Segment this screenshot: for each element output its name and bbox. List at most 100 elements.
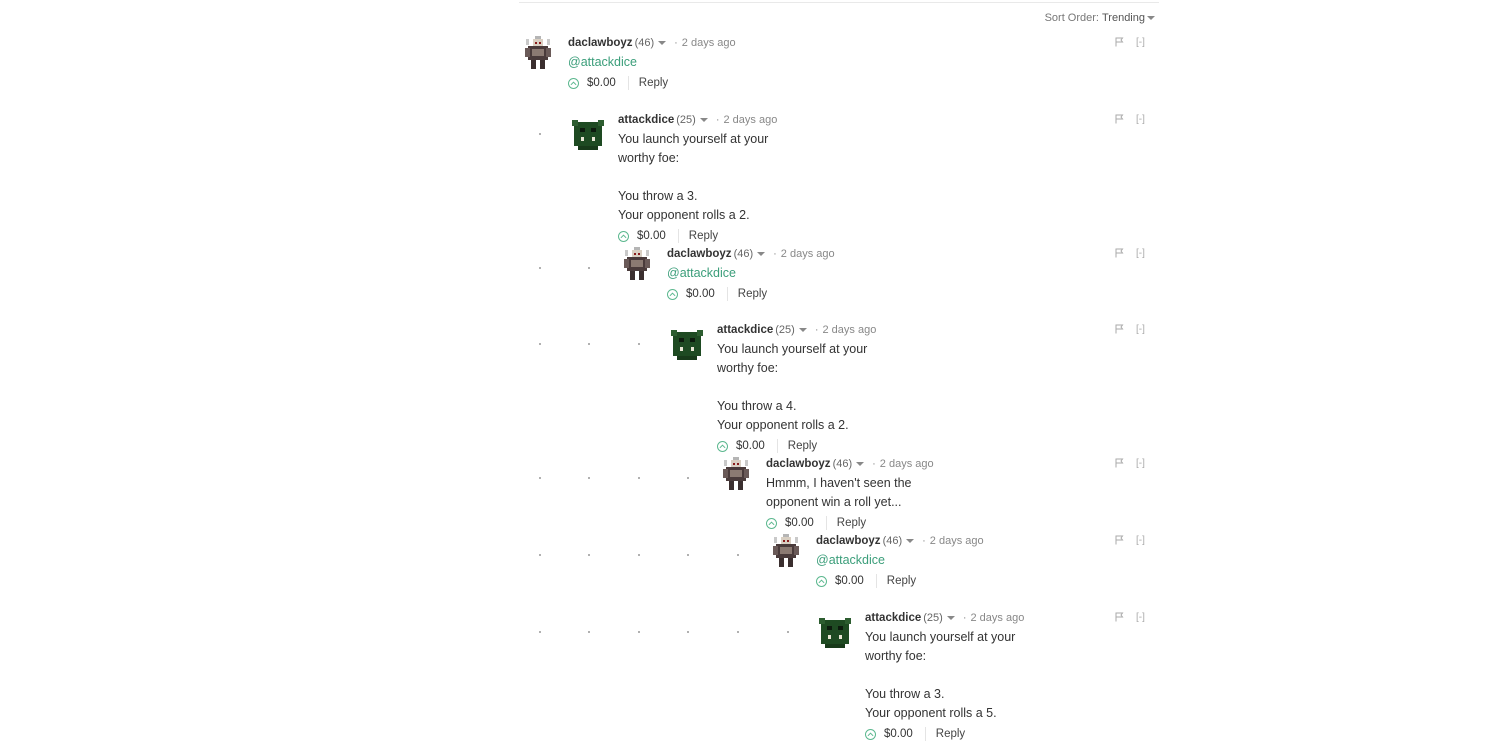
collapse-toggle[interactable]: [-] [1136, 37, 1145, 48]
robot-avatar-icon[interactable] [621, 246, 653, 282]
separator-dot: · [872, 458, 876, 470]
chevron-down-icon[interactable] [1147, 16, 1155, 21]
comment-header: daclawboyz (46) · 2 days ago [568, 35, 736, 51]
divider [776, 439, 778, 453]
divider [726, 287, 728, 301]
reply-link[interactable]: Reply [689, 227, 718, 245]
payout-value[interactable]: $0.00 [835, 572, 864, 590]
collapse-toggle[interactable]: [-] [1136, 248, 1145, 259]
comment-body: daclawboyz (46) · 2 days ago @attackdice $0.0… [568, 35, 736, 92]
indent-dot [638, 631, 640, 633]
separator-dot: · [715, 114, 720, 126]
orc-avatar-icon[interactable] [819, 614, 851, 650]
chevron-down-icon[interactable] [856, 462, 865, 467]
divider [875, 574, 877, 588]
upvote-icon[interactable] [816, 575, 827, 587]
reply-link[interactable]: Reply [738, 285, 767, 303]
flag-icon[interactable] [1115, 114, 1124, 124]
flag-icon[interactable] [1115, 324, 1124, 334]
chevron-down-icon[interactable] [757, 252, 766, 257]
indent-dot [787, 631, 789, 633]
orc-avatar-icon[interactable] [572, 116, 604, 152]
indent-dot [687, 554, 689, 556]
chevron-down-icon[interactable] [946, 616, 955, 621]
indent-dot [588, 267, 590, 269]
upvote-icon[interactable] [717, 440, 728, 452]
sort-order[interactable]: Sort Order: Trending [1045, 12, 1155, 24]
indent-dot [638, 477, 640, 479]
comment-footer: $0.00 Reply [618, 227, 777, 245]
sort-order-value[interactable]: Trending [1102, 12, 1145, 24]
separator-dot: · [962, 612, 967, 624]
upvote-icon[interactable] [667, 288, 678, 300]
reply-link[interactable]: Reply [788, 437, 817, 455]
collapse-toggle[interactable]: [-] [1136, 114, 1145, 125]
collapse-toggle[interactable]: [-] [1136, 324, 1145, 335]
timestamp[interactable]: 2 days ago [682, 37, 736, 49]
flag-icon[interactable] [1115, 37, 1124, 47]
author-name[interactable]: attackdice [865, 612, 921, 624]
reputation-score: (46) [634, 37, 655, 49]
sort-order-label: Sort Order: [1044, 12, 1099, 24]
payout-value[interactable]: $0.00 [686, 285, 715, 303]
comment-header: attackdice (25) · 2 days ago [618, 112, 777, 128]
indent-dot [638, 554, 640, 556]
upvote-icon[interactable] [568, 77, 579, 89]
reputation-score: (46) [733, 248, 754, 260]
timestamp[interactable]: 2 days ago [781, 248, 835, 260]
reply-link[interactable]: Reply [936, 725, 965, 743]
indent-dot [737, 631, 739, 633]
timestamp[interactable]: 2 days ago [971, 612, 1025, 624]
comment-body: attackdice (25) · 2 days ago You launch your… [717, 322, 876, 455]
author-name[interactable]: daclawboyz [568, 37, 633, 49]
author-name[interactable]: attackdice [717, 324, 773, 336]
comment-controls: [-] [1115, 322, 1145, 338]
flag-icon[interactable] [1115, 612, 1124, 622]
timestamp[interactable]: 2 days ago [724, 114, 778, 126]
reply-link[interactable]: Reply [837, 514, 866, 532]
comment-footer: $0.00 Reply [766, 514, 934, 532]
comment-text[interactable]: @attackdice [568, 53, 736, 72]
reply-link[interactable]: Reply [887, 572, 916, 590]
timestamp[interactable]: 2 days ago [823, 324, 877, 336]
collapse-toggle[interactable]: [-] [1136, 535, 1145, 546]
robot-avatar-icon[interactable] [720, 456, 752, 492]
timestamp[interactable]: 2 days ago [880, 458, 934, 470]
indent-dot [737, 554, 739, 556]
flag-icon[interactable] [1115, 248, 1124, 258]
upvote-icon[interactable] [766, 517, 777, 529]
author-name[interactable]: daclawboyz [766, 458, 831, 470]
payout-value[interactable]: $0.00 [587, 74, 616, 92]
chevron-down-icon[interactable] [699, 118, 708, 123]
upvote-icon[interactable] [618, 230, 629, 242]
comment-footer: $0.00 Reply [816, 572, 984, 590]
orc-avatar-icon[interactable] [671, 326, 703, 362]
robot-avatar-icon[interactable] [770, 533, 802, 569]
indent-dot [638, 343, 640, 345]
author-name[interactable]: daclawboyz [667, 248, 732, 260]
timestamp[interactable]: 2 days ago [930, 535, 984, 547]
reputation-score: (46) [832, 458, 853, 470]
comment-text[interactable]: @attackdice [667, 264, 835, 283]
comment-controls: [-] [1115, 246, 1145, 262]
upvote-icon[interactable] [865, 728, 876, 740]
author-name[interactable]: daclawboyz [816, 535, 881, 547]
chevron-down-icon[interactable] [658, 41, 667, 46]
payout-value[interactable]: $0.00 [736, 437, 765, 455]
chevron-down-icon[interactable] [798, 328, 807, 333]
robot-avatar-icon[interactable] [522, 35, 554, 71]
flag-icon[interactable] [1115, 458, 1124, 468]
payout-value[interactable]: $0.00 [785, 514, 814, 532]
collapse-toggle[interactable]: [-] [1136, 612, 1145, 623]
indent-dot [539, 267, 541, 269]
comment-text[interactable]: @attackdice [816, 551, 984, 570]
indent-dot [687, 477, 689, 479]
comment-text: You launch yourself at your worthy foe: … [618, 132, 769, 222]
payout-value[interactable]: $0.00 [637, 227, 666, 245]
reply-link[interactable]: Reply [639, 74, 668, 92]
collapse-toggle[interactable]: [-] [1136, 458, 1145, 469]
flag-icon[interactable] [1115, 535, 1124, 545]
payout-value[interactable]: $0.00 [884, 725, 913, 743]
author-name[interactable]: attackdice [618, 114, 674, 126]
chevron-down-icon[interactable] [906, 539, 915, 544]
